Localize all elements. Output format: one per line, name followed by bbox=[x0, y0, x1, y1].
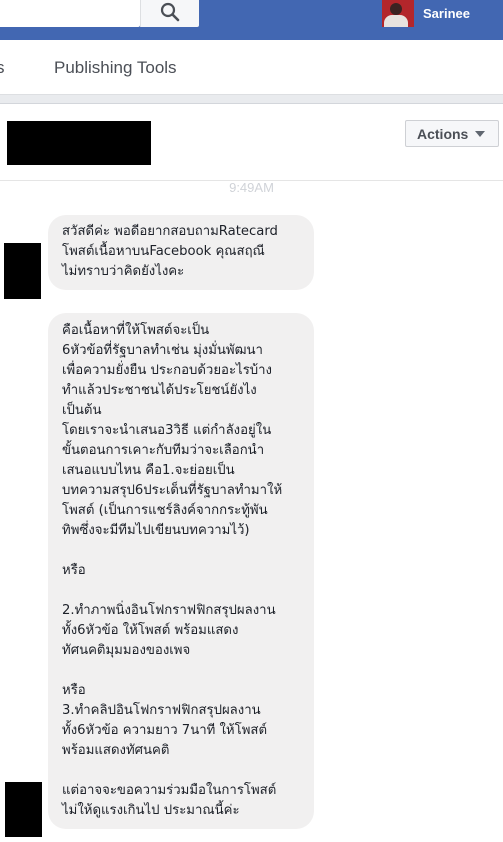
message-line: เสนอแบบไหน คือ1.จะย่อยเป็น bbox=[62, 463, 235, 478]
message-line: ไม่ทราบว่าคิดยังไงคะ bbox=[62, 264, 185, 279]
chevron-down-icon bbox=[475, 130, 486, 137]
message-line: พร้อมแสดงทัศนคติ bbox=[62, 743, 170, 758]
message-line: คือเนื้อหาที่ให้โพสต์จะเป็น bbox=[62, 323, 210, 338]
message-line: ทิพซึ่งจะมีทีมไปเขียนบทความไว้) bbox=[62, 523, 250, 538]
message-line: หรือ bbox=[62, 683, 86, 698]
message-line: ทัศนคติมุมมองของเพจ bbox=[62, 643, 191, 658]
message-bubble: คือเนื้อหาที่ให้โพสต์จะเป็น 6หัวข้อที่รั… bbox=[48, 313, 314, 829]
message-line: 6หัวข้อที่รัฐบาลทำเช่น มุ่งมั่นพัฒนา bbox=[62, 343, 263, 358]
page-tabs-bar: s Publishing Tools bbox=[0, 40, 503, 95]
message-bubble: สวัสดีค่ะ พอดีอยากสอบถามRatecard โพสต์เน… bbox=[48, 215, 314, 290]
message-line bbox=[62, 541, 306, 561]
actions-button[interactable]: Actions bbox=[405, 120, 499, 147]
message-line: 2.ทำภาพนิ่งอินโฟกราฟฟิกสรุปผลงาน bbox=[62, 603, 276, 618]
message-line: หรือ bbox=[62, 563, 86, 578]
user-name[interactable]: Sarinee bbox=[423, 6, 470, 21]
message-line bbox=[62, 761, 306, 781]
message-line: โดยเราจะนำเสนอ3วิธี แต่กำลังอยู่ใน bbox=[62, 423, 272, 438]
top-navigation-bar: Sarinee bbox=[0, 0, 503, 40]
message-line: สวัสดีค่ะ พอดีอยากสอบถามRatecard bbox=[62, 224, 278, 239]
conversation-header: Actions bbox=[0, 104, 503, 181]
message-line: โพสต์เนื้อหาบนFacebook คุณสฤณี bbox=[62, 244, 265, 259]
sender-avatar-redacted bbox=[4, 243, 41, 299]
actions-label: Actions bbox=[417, 125, 469, 142]
message-line: ไม่ให้ดูแรงเกินไป ประมาณนี้ค่ะ bbox=[62, 803, 240, 818]
tab-cut-off[interactable]: s bbox=[0, 58, 5, 78]
tab-publishing-tools[interactable]: Publishing Tools bbox=[54, 58, 177, 78]
search-icon bbox=[160, 2, 180, 22]
sender-avatar-redacted bbox=[5, 782, 42, 837]
message-line: โพสต์ (เป็นการแชร์ลิงค์จากกระทู้พัน bbox=[62, 503, 268, 518]
message-line bbox=[62, 661, 306, 681]
message-line: ขั้นตอนการเคาะกับทีมว่าจะเลือกนำ bbox=[62, 443, 265, 458]
message-line: 3.ทำคลิปอินโฟกราฟฟิกสรุปผลงาน bbox=[62, 703, 261, 718]
redacted-contact-name bbox=[7, 121, 151, 165]
search-input[interactable] bbox=[0, 0, 140, 27]
message-line: ทำแล้วประชาชนได้ประโยชน์ยังไง bbox=[62, 383, 257, 398]
message-line: ทั้ง6หัวข้อ ให้โพสต์ พร้อมแสดง bbox=[62, 623, 239, 638]
message-line: บทความสรุป6ประเด็นที่รัฐบาลทำมาให้ bbox=[62, 483, 283, 498]
message-line bbox=[62, 581, 306, 601]
search-button[interactable] bbox=[140, 0, 199, 27]
message-line: แต่อาจจะขอความร่วมมือในการโพสต์ bbox=[62, 783, 277, 798]
message-line: เพื่อความยั่งยืน ประกอบด้วยอะไรบ้าง bbox=[62, 363, 272, 378]
divider bbox=[0, 95, 503, 104]
user-avatar[interactable] bbox=[382, 0, 414, 27]
message-timestamp: 9:49AM bbox=[229, 180, 274, 195]
profile-link[interactable]: Sarinee bbox=[382, 0, 470, 27]
message-line: ทั้ง6หัวข้อ ความยาว 7นาที ให้โพสต์ bbox=[62, 723, 268, 738]
message-line: เป็นต้น bbox=[62, 403, 102, 418]
